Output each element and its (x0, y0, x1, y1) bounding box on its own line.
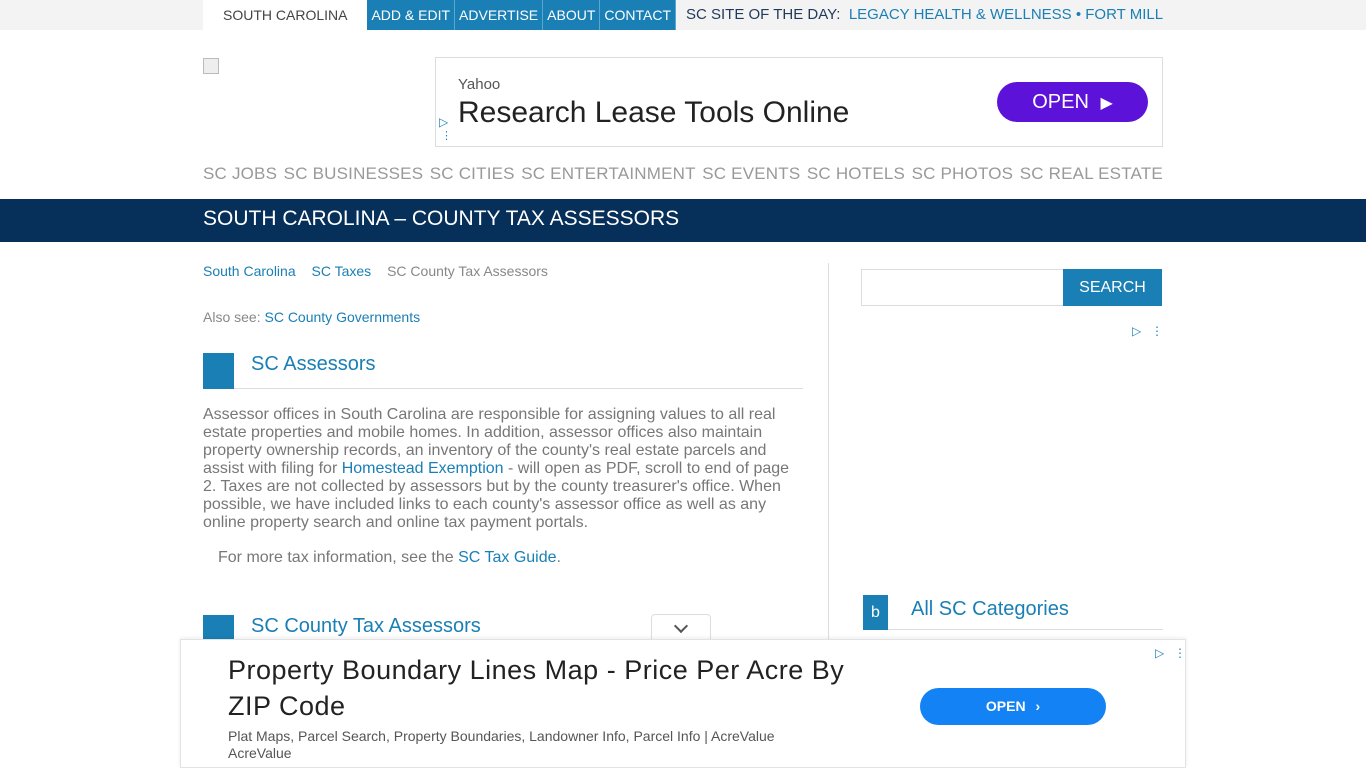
more-tax-info-period: . (556, 549, 561, 566)
adchoices-icon[interactable]: ▷ (1155, 647, 1164, 659)
breadcrumb-sc-taxes[interactable]: SC Taxes (312, 263, 372, 279)
section-title: SC Assessors (251, 353, 376, 375)
column-divider (828, 263, 829, 643)
categories-header: b All SC Categories (863, 593, 1163, 630)
assessors-description: Assessor offices in South Carolina are r… (203, 406, 803, 532)
also-see-label: Also see: (203, 309, 261, 325)
section-header-sc-assessors: SC Assessors (203, 353, 803, 389)
categories-icon: b (863, 595, 888, 630)
ad-open-button[interactable]: OPEN ▶ (997, 82, 1148, 122)
top-nav-contact[interactable]: CONTACT (600, 0, 677, 30)
bottom-anchor-ad[interactable]: ▷ ⋮ Property Boundary Lines Map - Price … (180, 639, 1186, 768)
main-nav-photos[interactable]: SC PHOTOS (912, 164, 1014, 184)
main-nav-businesses[interactable]: SC BUSINESSES (284, 164, 424, 184)
homestead-exemption-link[interactable]: Homestead Exemption (342, 460, 504, 477)
categories-title[interactable]: All SC Categories (911, 598, 1069, 621)
also-see-link[interactable]: SC County Governments (264, 309, 420, 325)
search-input[interactable] (861, 269, 1064, 306)
top-nav-advertise[interactable]: ADVERTISE (455, 0, 544, 30)
main-nav-hotels[interactable]: SC HOTELS (807, 164, 905, 184)
ad-menu-icon[interactable]: ⋮ (1151, 325, 1163, 337)
main-nav-real-estate[interactable]: SC REAL ESTATE (1020, 164, 1163, 184)
more-tax-info-text: For more tax information, see the (218, 549, 459, 566)
top-nav: SOUTH CAROLINA ADD & EDIT ADVERTISE ABOU… (203, 0, 677, 30)
more-tax-info: For more tax information, see the SC Tax… (218, 549, 561, 567)
ad-source: Yahoo (458, 76, 501, 93)
main-nav-jobs[interactable]: SC JOBS (203, 164, 277, 184)
main-nav: SC JOBS SC BUSINESSES SC CITIES SC ENTER… (203, 164, 1163, 184)
ad-source: AcreValue (228, 745, 292, 761)
search-button[interactable]: SEARCH (1063, 269, 1162, 306)
chevron-right-icon: › (1035, 698, 1041, 714)
ad-menu-icon[interactable]: ⋮ (1174, 647, 1186, 659)
also-see: Also see: SC County Governments (203, 309, 420, 325)
ad-menu-icon[interactable]: ⋮ (441, 130, 452, 142)
breadcrumb: South Carolina SC Taxes SC County Tax As… (203, 263, 548, 279)
top-ad-banner[interactable]: ▷ ⋮ Yahoo Research Lease Tools Online OP… (435, 57, 1163, 147)
top-nav-add-edit[interactable]: ADD & EDIT (367, 0, 456, 30)
main-nav-events[interactable]: SC EVENTS (702, 164, 800, 184)
breadcrumb-south-carolina[interactable]: South Carolina (203, 263, 296, 279)
collapse-ad-button[interactable] (651, 614, 711, 640)
ad-open-label: OPEN (1032, 91, 1089, 113)
site-of-the-day-label: SC SITE OF THE DAY: (686, 6, 841, 23)
ad-headline[interactable]: Property Boundary Lines Map - Price Per … (228, 652, 878, 724)
ad-open-button[interactable]: OPEN › (920, 688, 1106, 725)
breadcrumb-current: SC County Tax Assessors (387, 263, 548, 279)
chevron-down-icon (673, 618, 689, 634)
page-title: SOUTH CAROLINA – COUNTY TAX ASSESSORS (203, 207, 680, 230)
adchoices-icon[interactable]: ▷ (1132, 325, 1141, 337)
top-nav-home[interactable]: SOUTH CAROLINA (203, 0, 368, 30)
site-of-the-day: SC SITE OF THE DAY: LEGACY HEALTH & WELL… (686, 0, 1163, 30)
adchoices-icon[interactable]: ▷ (439, 116, 448, 128)
chevron-right-icon: ▶ (1100, 95, 1113, 112)
sc-tax-guide-link[interactable]: SC Tax Guide (458, 549, 556, 566)
page-title-bar: SOUTH CAROLINA – COUNTY TAX ASSESSORS (0, 199, 1366, 242)
main-nav-entertainment[interactable]: SC ENTERTAINMENT (521, 164, 695, 184)
ad-description: Plat Maps, Parcel Search, Property Bound… (228, 728, 775, 744)
site-of-the-day-link[interactable]: LEGACY HEALTH & WELLNESS • FORT MILL (849, 6, 1163, 23)
section-icon (203, 353, 234, 389)
site-logo-broken-image[interactable] (203, 58, 219, 74)
section-title: SC County Tax Assessors (251, 615, 481, 637)
ad-headline[interactable]: Research Lease Tools Online (458, 96, 849, 130)
ad-open-label: OPEN (985, 698, 1026, 714)
main-nav-cities[interactable]: SC CITIES (430, 164, 515, 184)
top-nav-about[interactable]: ABOUT (543, 0, 601, 30)
top-bar: SOUTH CAROLINA ADD & EDIT ADVERTISE ABOU… (0, 0, 1366, 30)
